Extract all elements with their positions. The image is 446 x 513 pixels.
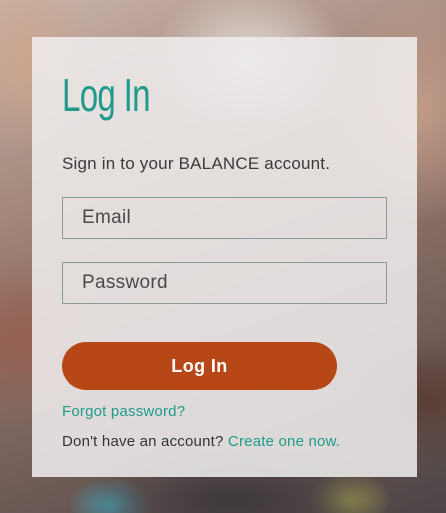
login-card: Log In Sign in to your BALANCE account. … [32,37,417,477]
page-title: Log In [62,69,150,121]
no-account-text: Don't have an account? [62,433,224,450]
password-field[interactable] [62,262,387,304]
create-account-link[interactable]: Create one now. [228,433,340,450]
login-button[interactable]: Log In [62,342,337,390]
email-field[interactable] [62,197,387,239]
login-subtitle: Sign in to your BALANCE account. [62,154,331,173]
forgot-password-link[interactable]: Forgot password? [62,403,185,420]
signup-prompt: Don't have an account? Create one now. [62,433,340,450]
